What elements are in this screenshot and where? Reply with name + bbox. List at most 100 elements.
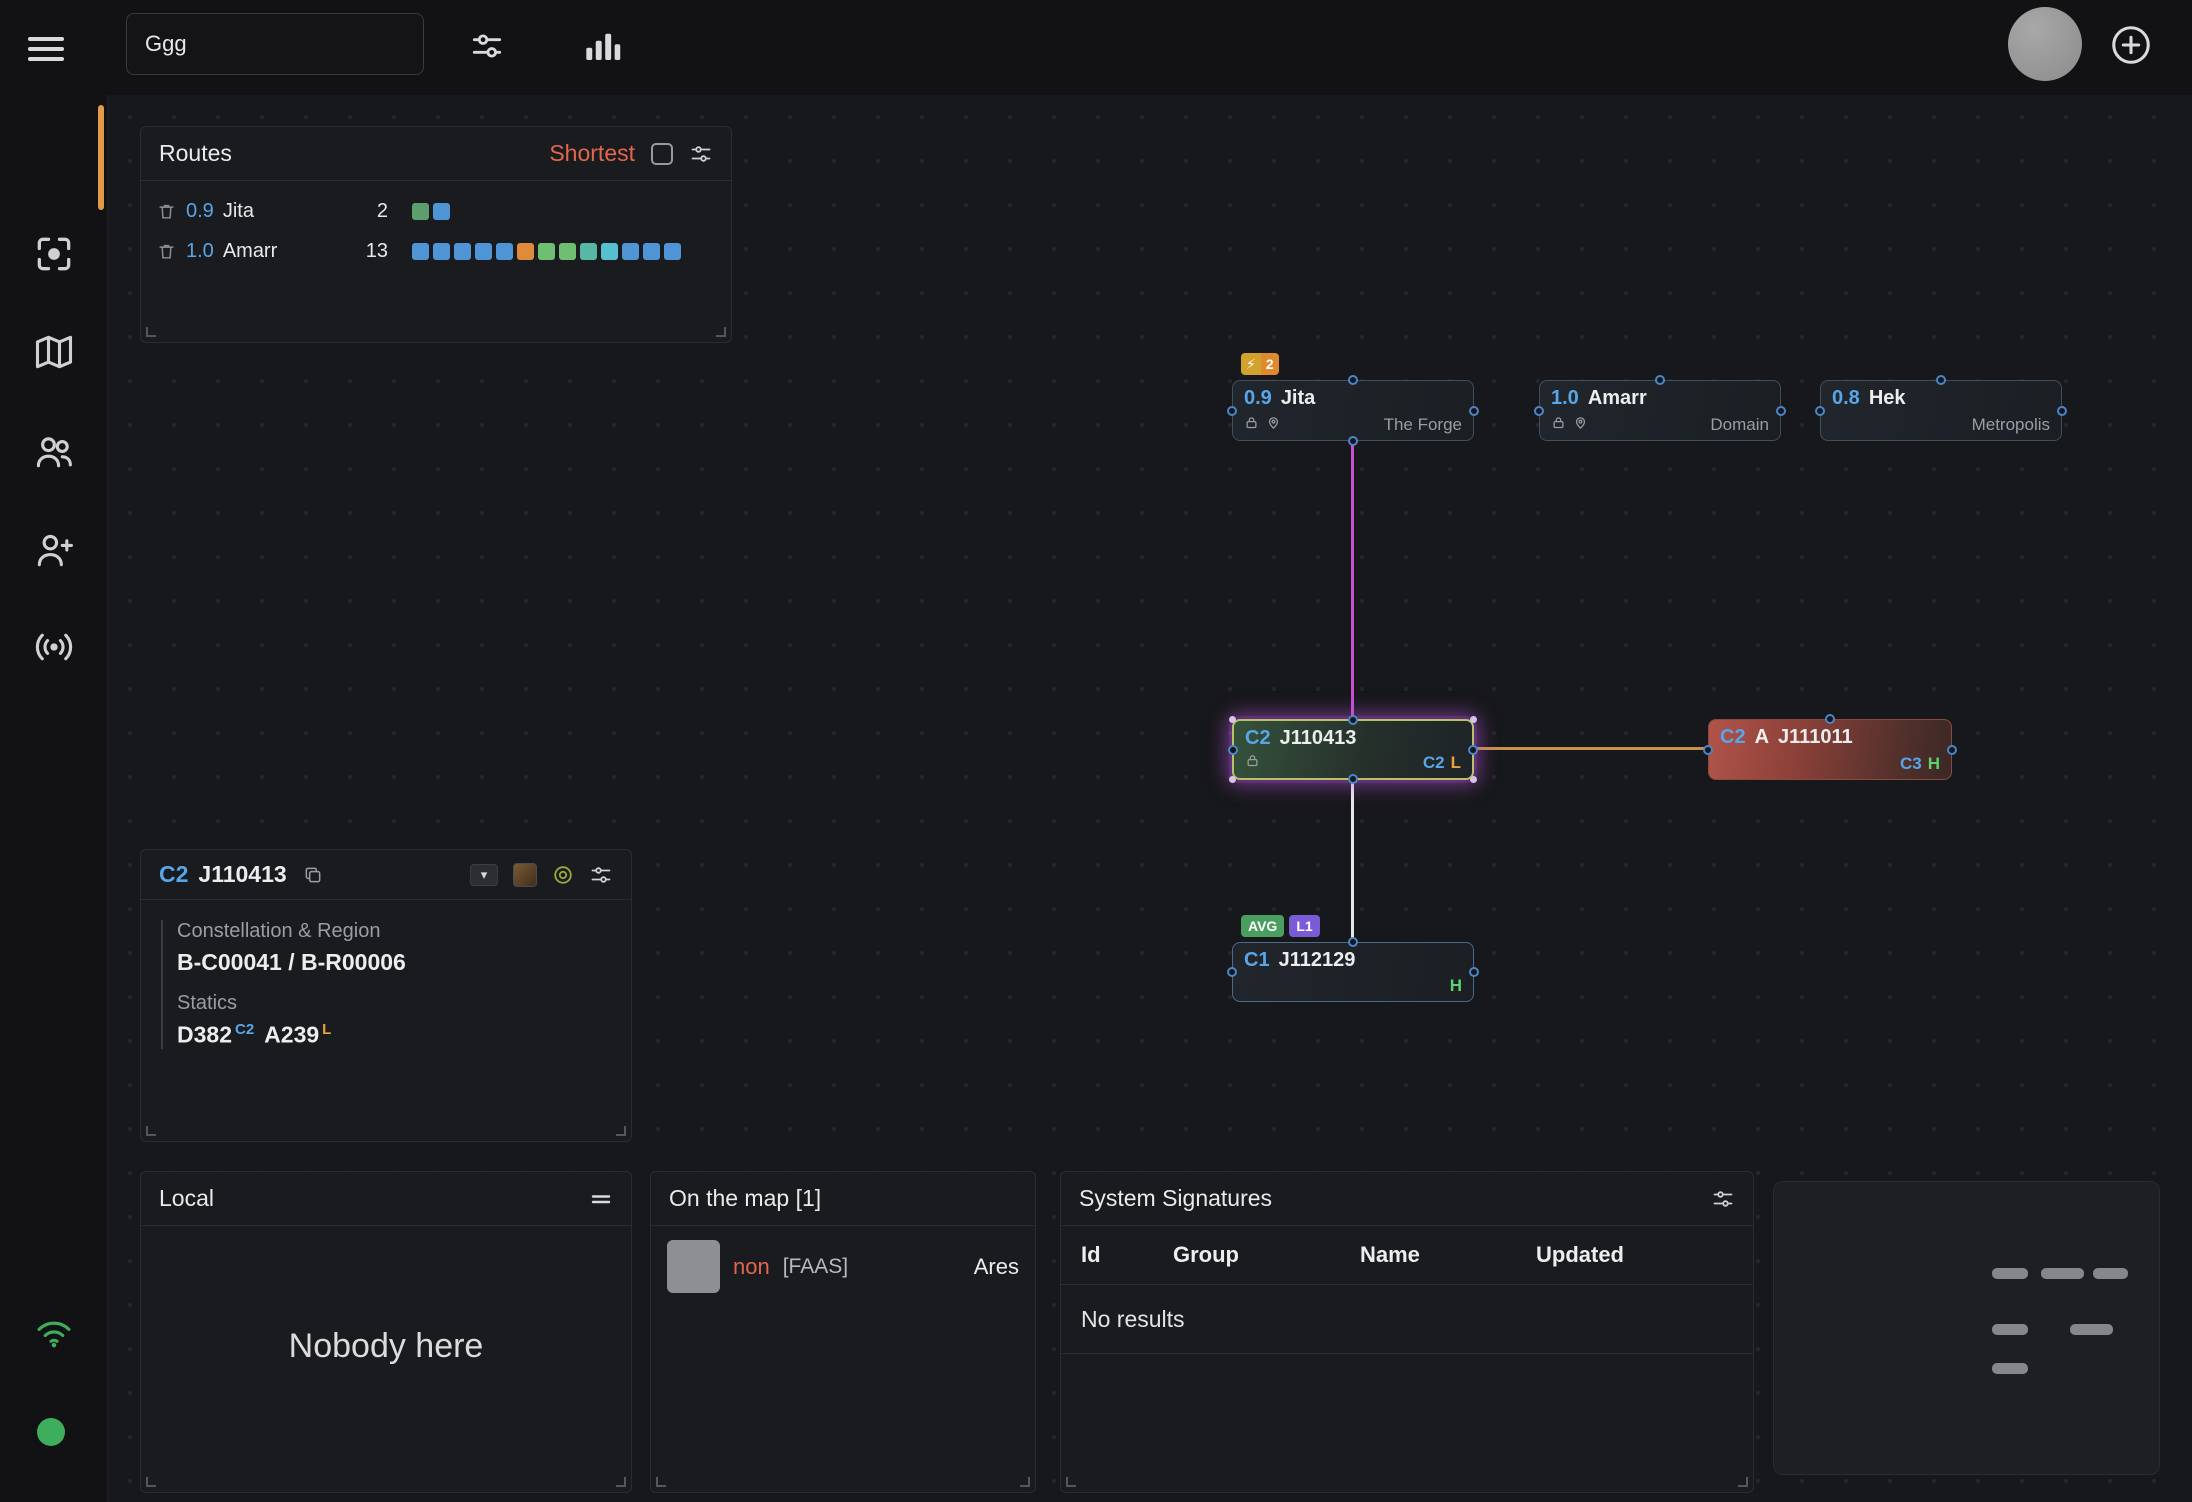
connection-handle[interactable] [1348, 937, 1358, 947]
sidebar-item-maps[interactable] [32, 332, 76, 376]
connection-handle[interactable] [1348, 375, 1358, 385]
column-header-name[interactable]: Name [1360, 1242, 1536, 1268]
route-jump-square[interactable] [622, 243, 639, 260]
map-node-amarr[interactable]: 1.0 Amarr Domain [1539, 380, 1781, 441]
minimap[interactable] [1773, 1181, 2160, 1475]
connection-handle[interactable] [1655, 375, 1665, 385]
system-info-body: Constellation & Region B-C00041 / B-R000… [141, 900, 631, 1049]
list-options-icon[interactable] [589, 1187, 613, 1211]
route-destination[interactable]: 1.0 Amarr [186, 240, 336, 263]
connection-handle[interactable] [1227, 406, 1237, 416]
route-security: 0.9 [186, 200, 214, 223]
map-edge-jita-j110413[interactable] [1351, 441, 1354, 719]
connection-handle[interactable] [1348, 436, 1358, 446]
connection-handle[interactable] [2057, 406, 2067, 416]
column-header-id[interactable]: Id [1081, 1242, 1173, 1268]
map-name-input[interactable] [126, 13, 424, 75]
route-jump-square[interactable] [517, 243, 534, 260]
signatures-empty-text: No results [1061, 1285, 1753, 1354]
signatures-column-headers: Id Group Name Updated [1061, 1226, 1753, 1285]
routes-settings-icon[interactable] [689, 142, 713, 166]
route-jump-square[interactable] [412, 203, 429, 220]
map-node-j110413-selected[interactable]: C2 J110413 C2 L [1232, 719, 1474, 780]
map-node-jita[interactable]: ⚡2 0.9 Jita The Forge [1232, 380, 1474, 441]
connection-handle[interactable] [1348, 774, 1358, 784]
delete-route-icon[interactable] [157, 202, 176, 221]
selection-handle[interactable] [1470, 776, 1477, 783]
route-jump-square[interactable] [601, 243, 618, 260]
connection-handle[interactable] [1825, 714, 1835, 724]
route-jump-square[interactable] [412, 243, 429, 260]
route-jump-count: 2 [346, 200, 388, 223]
route-jump-square[interactable] [433, 203, 450, 220]
connection-handle[interactable] [1936, 375, 1946, 385]
pilot-row[interactable]: non [FAAS] Ares [651, 1226, 1035, 1307]
filter-icon[interactable] [468, 27, 506, 65]
delete-route-icon[interactable] [157, 242, 176, 261]
signatures-settings-icon[interactable] [1711, 1187, 1735, 1211]
route-jump-square[interactable] [643, 243, 660, 260]
add-icon[interactable] [2108, 22, 2154, 68]
route-row[interactable]: 0.9 Jita 2 [141, 191, 731, 231]
map-edge-j110413-j112129[interactable] [1351, 780, 1354, 942]
route-jump-count: 13 [346, 240, 388, 263]
route-jump-square[interactable] [538, 243, 555, 260]
connection-handle[interactable] [1703, 745, 1713, 755]
route-jump-square[interactable] [664, 243, 681, 260]
connection-handle[interactable] [1348, 715, 1358, 725]
connection-handle[interactable] [1776, 406, 1786, 416]
map-node-j112129[interactable]: AVG L1 C1 J112129 H [1232, 942, 1474, 1002]
system-settings-icon[interactable] [589, 863, 613, 887]
map-node-hek[interactable]: 0.8 Hek Metropolis [1820, 380, 2062, 441]
target-icon[interactable] [552, 864, 574, 886]
node-region: The Forge [1384, 416, 1462, 433]
sidebar-item-tracking[interactable] [32, 234, 76, 278]
system-info-section: Constellation & Region B-C00041 / B-R000… [161, 920, 611, 1049]
minimap-node [2093, 1268, 2128, 1279]
local-panel: Local Nobody here [140, 1171, 632, 1493]
route-destination[interactable]: 0.9 Jita [186, 200, 336, 223]
map-node-j111011[interactable]: C2 A J111011 C3 H [1708, 719, 1952, 780]
node-name: J111011 [1778, 727, 1853, 747]
sidebar-item-signals[interactable] [32, 627, 76, 671]
copy-icon[interactable] [303, 865, 323, 885]
node-name: J112129 [1279, 950, 1356, 970]
connection-handle[interactable] [1534, 406, 1544, 416]
route-row[interactable]: 1.0 Amarr 13 [141, 231, 731, 271]
connection-handle[interactable] [1468, 745, 1478, 755]
connection-handle[interactable] [1469, 967, 1479, 977]
route-jump-square[interactable] [475, 243, 492, 260]
route-jump-square[interactable] [454, 243, 471, 260]
system-image-thumbnail[interactable] [513, 863, 537, 887]
menu-icon[interactable] [28, 31, 68, 67]
shortest-toggle-label[interactable]: Shortest [549, 140, 635, 167]
node-class: C1 [1244, 950, 1270, 970]
route-jump-square[interactable] [559, 243, 576, 260]
connection-handle[interactable] [1947, 745, 1957, 755]
sidebar-item-characters[interactable] [32, 432, 76, 476]
statics-label: Statics [177, 992, 611, 1015]
map-edge-j110413-j111011[interactable] [1474, 747, 1708, 750]
route-jump-square[interactable] [433, 243, 450, 260]
sidebar-item-follow[interactable] [32, 530, 76, 574]
dropdown-icon[interactable]: ▾ [470, 864, 498, 886]
avg-badge: AVG [1241, 915, 1284, 937]
route-jump-square[interactable] [496, 243, 513, 260]
column-header-updated[interactable]: Updated [1536, 1242, 1624, 1268]
shortest-checkbox[interactable] [651, 143, 673, 165]
route-jump-square[interactable] [580, 243, 597, 260]
connection-handle[interactable] [1228, 745, 1238, 755]
route-jump-squares [412, 203, 450, 220]
avatar[interactable] [2008, 7, 2082, 81]
pilot-ship: Ares [974, 1254, 1019, 1280]
connection-handle[interactable] [1815, 406, 1825, 416]
selection-handle[interactable] [1470, 716, 1477, 723]
selection-handle[interactable] [1229, 716, 1236, 723]
column-header-group[interactable]: Group [1173, 1242, 1360, 1268]
connection-handle[interactable] [1227, 967, 1237, 977]
static-type: L [1451, 754, 1461, 771]
chart-icon[interactable] [580, 25, 622, 67]
connection-status[interactable] [32, 1312, 76, 1356]
selection-handle[interactable] [1229, 776, 1236, 783]
connection-handle[interactable] [1469, 406, 1479, 416]
